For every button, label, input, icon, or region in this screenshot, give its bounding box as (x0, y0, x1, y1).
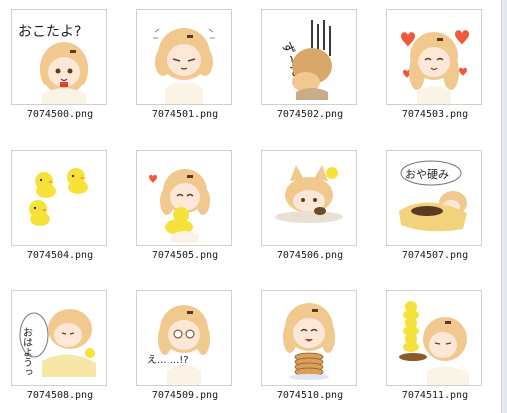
file-item-7074508[interactable]: おはようっ 7074508.png (0, 281, 124, 409)
file-item-7074505[interactable]: 7074505.png (125, 141, 249, 269)
file-name-label[interactable]: 7074509.png (125, 390, 245, 402)
file-name-label[interactable]: 7074508.png (0, 390, 120, 402)
thumbnail-image[interactable]: ず~ん (261, 9, 357, 105)
file-item-7074503[interactable]: 7074503.png (375, 0, 499, 128)
file-name-label[interactable]: 7074504.png (0, 250, 120, 262)
sticker-chicks-image (29, 168, 88, 226)
sticker-girl-chickstack-image (399, 301, 469, 385)
file-name-label[interactable]: 7074500.png (0, 109, 120, 121)
thumbnail-image[interactable] (11, 150, 107, 246)
thumbnail-image[interactable] (261, 150, 357, 246)
thumbnail-image[interactable] (261, 290, 357, 386)
scrollbar-edge[interactable] (501, 0, 507, 413)
thumbnail-image[interactable] (386, 290, 482, 386)
file-item-7074507[interactable]: おや硬み 7074507.png (375, 141, 499, 269)
sticker-girl-surprised-image: え... ...!? (147, 305, 210, 385)
thumbnail-image[interactable]: おこたよ? (11, 9, 107, 105)
file-name-label[interactable]: 7074505.png (125, 250, 245, 262)
sticker-caption: おや硬み (405, 168, 449, 181)
sticker-girl-gloom-image: ず~ん (278, 20, 332, 100)
thumbnail-image[interactable] (386, 9, 482, 105)
file-name-label[interactable]: 7074506.png (250, 250, 370, 262)
file-item-7074506[interactable]: 7074506.png (250, 141, 374, 269)
sticker-girl-speech-image: おこたよ? (18, 24, 88, 104)
thumbnail-image[interactable] (136, 9, 232, 105)
thumbnail-viewer: おこたよ? 7074500.png 7074501.png ず~ん 707450… (0, 0, 507, 413)
sticker-girl-hearts-image (401, 30, 469, 104)
sticker-girl-catears-image (275, 165, 343, 223)
sticker-caption: おこたよ? (18, 24, 81, 40)
sticker-girl-sleepy-image (153, 28, 215, 104)
sticker-girl-morning-image: おはようっ (19, 309, 96, 377)
file-name-label[interactable]: 7074510.png (250, 390, 370, 402)
sticker-girl-blanket-image: おや硬み (399, 160, 467, 232)
sticker-girl-chick-image (149, 169, 210, 243)
thumbnail-image[interactable]: おや硬み (386, 150, 482, 246)
sticker-caption: え... ...!? (147, 354, 189, 366)
thumbnail-image[interactable] (136, 150, 232, 246)
file-name-label[interactable]: 7074503.png (375, 109, 495, 121)
file-item-7074501[interactable]: 7074501.png (125, 0, 249, 128)
sticker-caption: おはようっ (21, 327, 32, 377)
sticker-girl-pancakes-image (283, 303, 335, 380)
file-item-7074502[interactable]: ず~ん 7074502.png (250, 0, 374, 128)
file-item-7074510[interactable]: 7074510.png (250, 281, 374, 409)
file-name-label[interactable]: 7074507.png (375, 250, 495, 262)
file-name-label[interactable]: 7074511.png (375, 390, 495, 402)
thumbnail-image[interactable]: え... ...!? (136, 290, 232, 386)
file-item-7074509[interactable]: え... ...!? 7074509.png (125, 281, 249, 409)
file-name-label[interactable]: 7074501.png (125, 109, 245, 121)
file-item-7074500[interactable]: おこたよ? 7074500.png (0, 0, 124, 128)
file-item-7074504[interactable]: 7074504.png (0, 141, 124, 269)
file-item-7074511[interactable]: 7074511.png (375, 281, 499, 409)
file-name-label[interactable]: 7074502.png (250, 109, 370, 121)
thumbnail-image[interactable]: おはようっ (11, 290, 107, 386)
